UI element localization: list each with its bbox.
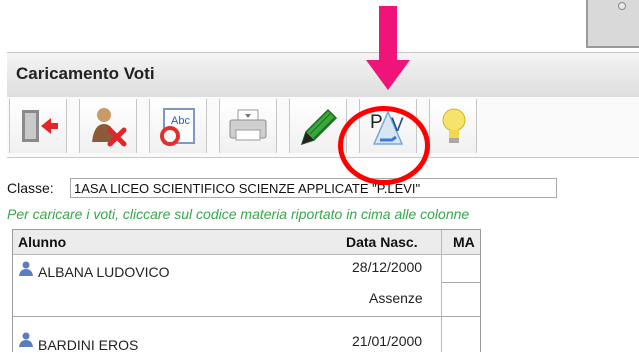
abc-spellcheck-icon: Abc — [160, 108, 195, 146]
cell-divider — [442, 282, 480, 283]
highlight-circle — [338, 106, 430, 185]
spelling-button[interactable]: Abc — [149, 99, 207, 153]
printer-icon — [229, 109, 267, 141]
exit-button[interactable] — [9, 99, 67, 153]
green-pen-icon — [300, 108, 338, 146]
student-icon — [19, 332, 33, 347]
toolbar: Abc P V — [7, 97, 639, 158]
absence-button[interactable] — [79, 99, 137, 153]
window-control-icon — [618, 2, 626, 10]
person-remove-icon — [92, 108, 127, 147]
column-header-ma[interactable]: MA — [453, 234, 475, 250]
column-divider — [441, 230, 442, 352]
student-icon — [19, 261, 33, 276]
panel-title: Caricamento Voti — [16, 64, 155, 83]
instruction-hint: Per caricare i voti, cliccare sul codice… — [7, 206, 470, 222]
class-field: 1ASA LICEO SCIENTIFICO SCIENZE APPLICATE… — [70, 178, 557, 198]
exit-door-icon — [22, 110, 58, 142]
grades-panel: Caricamento Voti Abc P V Classe: 1ASA LI… — [7, 52, 639, 353]
student-name[interactable]: ALBANA LUDOVICO — [38, 264, 170, 280]
row-divider — [13, 316, 480, 317]
birth-date: 21/01/2000 — [352, 333, 423, 349]
tips-button[interactable] — [429, 99, 477, 153]
class-label: Classe: — [7, 180, 54, 196]
background-window — [586, 0, 639, 48]
students-table: Alunno Data Nasc. MA ALBANA LUDOVICO 28/… — [12, 229, 481, 353]
lightbulb-icon — [442, 108, 466, 143]
column-header-birthdate: Data Nasc. — [346, 234, 418, 250]
svg-text:Abc: Abc — [171, 115, 190, 127]
birth-date: 28/12/2000 — [352, 259, 423, 275]
panel-title-bar: Caricamento Voti — [7, 52, 639, 98]
absences-label[interactable]: Assenze — [369, 290, 423, 306]
print-button[interactable] — [219, 99, 277, 153]
column-header-student: Alunno — [18, 234, 67, 250]
down-arrow-annotation-icon — [366, 6, 410, 90]
table-header: Alunno Data Nasc. MA — [13, 230, 480, 255]
